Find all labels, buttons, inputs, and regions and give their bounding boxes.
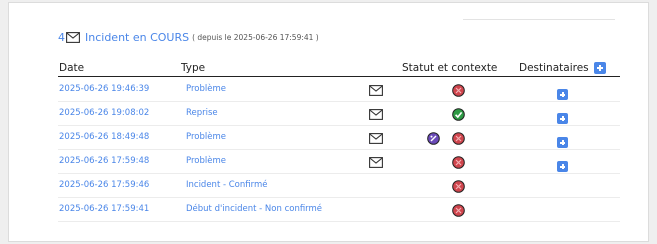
table-row: 2025-06-26 18:49:48 Problème [58, 126, 620, 150]
add-recipient-icon[interactable] [557, 161, 568, 172]
column-header-destinataires: Destinataires [519, 62, 606, 74]
top-divider [463, 19, 615, 20]
table-row: 2025-06-26 17:59:46 Incident - Confirmé [58, 174, 620, 198]
incident-count: 4 [58, 31, 65, 44]
event-date[interactable]: 2025-06-26 17:59:48 [59, 156, 149, 166]
event-date[interactable]: 2025-06-26 17:59:46 [59, 180, 149, 190]
header-divider [58, 76, 620, 77]
add-recipient-icon[interactable] [557, 89, 568, 100]
event-type[interactable]: Incident - Confirmé [186, 180, 267, 190]
table-row: 2025-06-26 17:59:41 Début d'incident - No… [58, 198, 620, 222]
table-row: 2025-06-26 19:08:02 Reprise [58, 102, 620, 126]
context-icon [427, 132, 440, 145]
ok-status-icon [452, 108, 465, 121]
add-recipient-icon[interactable] [557, 113, 568, 124]
envelope-icon[interactable] [369, 85, 383, 96]
column-header-type: Type [181, 62, 206, 74]
event-type[interactable]: Problème [186, 84, 226, 94]
event-type[interactable]: Début d'incident - Non confirmé [186, 204, 322, 214]
envelope-icon [66, 32, 80, 43]
problem-status-icon [452, 180, 465, 193]
table-row: 2025-06-26 19:46:39 Problème [58, 78, 620, 102]
destinataires-label: Destinataires [519, 62, 589, 74]
incident-header[interactable]: 4 Incident en COURS ( depuis le 2025-06-… [58, 31, 319, 44]
envelope-icon[interactable] [369, 157, 383, 168]
problem-status-icon [452, 156, 465, 169]
column-header-statut: Statut et contexte [402, 62, 498, 74]
event-type[interactable]: Problème [186, 156, 226, 166]
problem-status-icon [452, 84, 465, 97]
envelope-icon[interactable] [369, 133, 383, 144]
event-date[interactable]: 2025-06-26 19:08:02 [59, 108, 149, 118]
event-type[interactable]: Problème [186, 132, 226, 142]
event-date[interactable]: 2025-06-26 18:49:48 [59, 132, 149, 142]
envelope-icon[interactable] [369, 109, 383, 120]
column-header-date: Date [59, 62, 85, 74]
problem-status-icon [452, 132, 465, 145]
incident-title[interactable]: Incident en COURS [85, 31, 189, 44]
incident-panel: 4 Incident en COURS ( depuis le 2025-06-… [8, 2, 649, 242]
event-date[interactable]: 2025-06-26 17:59:41 [59, 204, 149, 214]
add-recipient-icon[interactable] [557, 137, 568, 148]
incident-since: ( depuis le 2025-06-26 17:59:41 ) [192, 33, 319, 42]
add-recipient-icon[interactable] [593, 62, 606, 74]
event-date[interactable]: 2025-06-26 19:46:39 [59, 84, 149, 94]
problem-status-icon [452, 204, 465, 217]
table-row: 2025-06-26 17:59:48 Problème [58, 150, 620, 174]
event-type[interactable]: Reprise [186, 108, 218, 118]
